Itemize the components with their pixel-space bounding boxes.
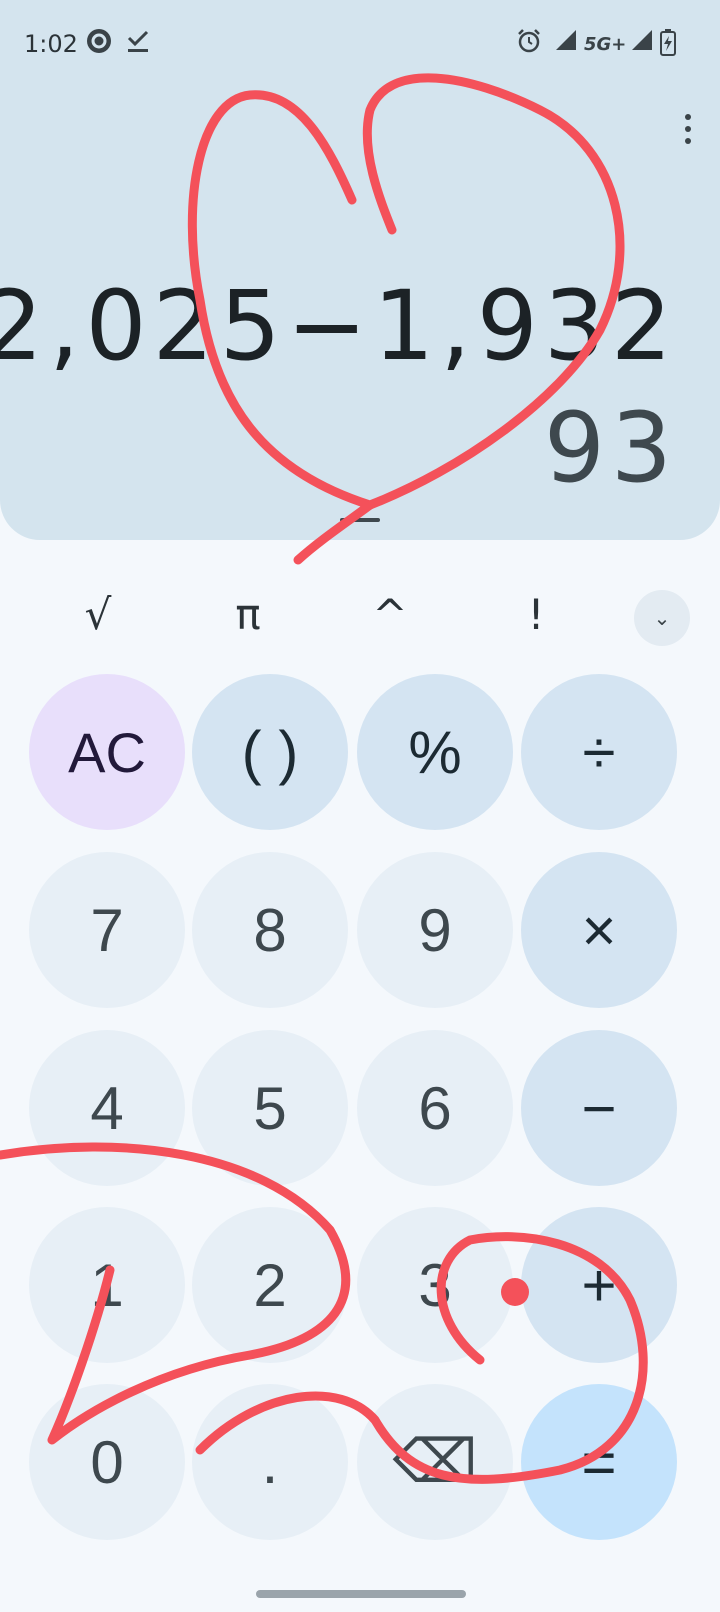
digit-1-button[interactable]: 1 — [29, 1207, 185, 1363]
digit-2-button[interactable]: 2 — [192, 1207, 348, 1363]
digit-5-button[interactable]: 5 — [192, 1030, 348, 1186]
digit-0-button[interactable]: 0 — [29, 1384, 185, 1540]
display-panel: 1:02 5G+ 2,025−1,932 93 — [0, 0, 720, 540]
backspace-button[interactable]: ⌫ — [357, 1384, 513, 1540]
expression-text[interactable]: 2,025−1,932 — [0, 270, 678, 382]
percent-button[interactable]: % — [357, 674, 513, 830]
digit-7-button[interactable]: 7 — [29, 852, 185, 1008]
equals-button[interactable]: = — [521, 1384, 677, 1540]
chevron-down-icon[interactable]: ⌄ — [634, 590, 690, 646]
pi-button[interactable]: π — [198, 590, 298, 639]
drag-handle[interactable] — [340, 518, 380, 522]
factorial-button[interactable]: ! — [486, 590, 586, 639]
decimal-button[interactable]: . — [192, 1384, 348, 1540]
subtract-button[interactable]: − — [521, 1030, 677, 1186]
battery-charging-icon — [660, 28, 676, 60]
power-button[interactable]: ^ — [340, 590, 440, 639]
multiply-button[interactable]: × — [521, 852, 677, 1008]
more-vert-icon[interactable] — [676, 112, 700, 148]
divide-button[interactable]: ÷ — [521, 674, 677, 830]
digit-6-button[interactable]: 6 — [357, 1030, 513, 1186]
clear-button[interactable]: AC — [29, 674, 185, 830]
result-text: 93 — [543, 392, 678, 504]
status-bar: 1:02 5G+ — [0, 0, 720, 92]
digit-9-button[interactable]: 9 — [357, 852, 513, 1008]
digit-3-button[interactable]: 3 — [357, 1207, 513, 1363]
add-button[interactable]: + — [521, 1207, 677, 1363]
digit-4-button[interactable]: 4 — [29, 1030, 185, 1186]
sqrt-button[interactable]: √ — [48, 590, 148, 639]
5g-plus-icon: 5G+ — [584, 34, 627, 55]
checkmark-icon — [126, 28, 150, 58]
gesture-nav-bar[interactable] — [256, 1590, 466, 1598]
digit-8-button[interactable]: 8 — [192, 852, 348, 1008]
signal-icon — [630, 28, 654, 56]
parentheses-button[interactable]: ( ) — [192, 674, 348, 830]
signal-icon — [554, 28, 578, 56]
status-time: 1:02 — [24, 30, 78, 58]
circle-c-icon — [86, 28, 112, 58]
alarm-icon — [516, 28, 542, 58]
